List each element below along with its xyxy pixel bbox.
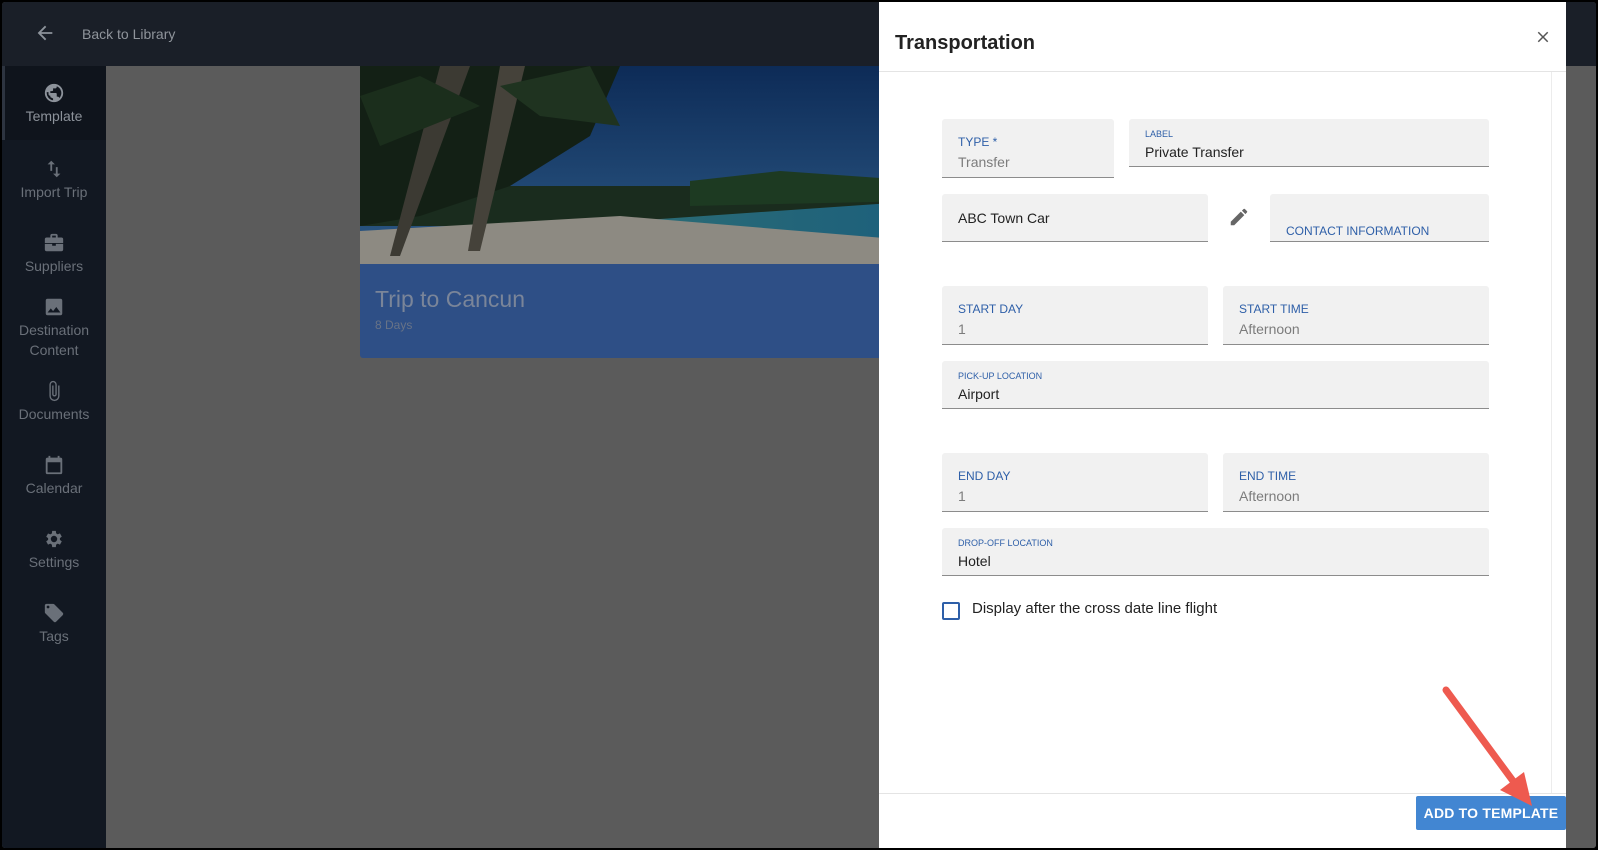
end-time-value: Afternoon [1239,488,1300,504]
back-arrow-icon[interactable] [34,22,56,44]
dropoff-location-label: DROP-OFF LOCATION [958,538,1053,548]
sidebar-item-suppliers[interactable]: Suppliers [2,232,106,276]
end-time-label: END TIME [1239,469,1297,483]
end-time-select[interactable]: END TIME Afternoon [1223,453,1489,512]
pickup-location-value: Airport [958,386,1000,402]
start-day-label: START DAY [958,302,1024,316]
tag-icon [44,603,64,623]
type-select[interactable]: TYPE * Transfer [942,119,1114,178]
start-time-value: Afternoon [1239,321,1300,337]
back-to-library-link[interactable]: Back to Library [82,26,175,42]
app-window: Back to Library Template Import Trip Sup… [2,2,1596,848]
sidebar-item-label: Import Trip [20,184,88,200]
contact-information-field[interactable]: CONTACT INFORMATION [1270,194,1489,242]
close-icon[interactable] [1534,28,1552,46]
pickup-location-field[interactable]: PICK-UP LOCATION Airport [942,361,1489,409]
cross-date-line-checkbox[interactable] [942,602,960,620]
dropoff-location-value: Hotel [958,553,991,569]
sidebar-item-label: Documents [18,406,90,422]
dropoff-location-field[interactable]: DROP-OFF LOCATION Hotel [942,528,1489,576]
supplier-field[interactable]: ABC Town Car [942,194,1208,242]
gear-icon [46,530,62,548]
panel-scrollbar[interactable] [1551,72,1552,794]
add-to-template-button[interactable]: ADD TO TEMPLATE [1416,796,1566,830]
sidebar-item-label: Destination Content [18,322,90,358]
end-day-value: 1 [958,488,966,504]
cross-date-line-label[interactable]: Display after the cross date line flight [972,600,1217,617]
type-value: Transfer [958,154,1010,170]
start-day-value: 1 [958,321,966,337]
panel-header: Transportation [879,2,1566,72]
type-label: TYPE * [958,135,998,149]
briefcase-icon [44,233,64,252]
sidebar-item-label: Tags [39,628,69,644]
sidebar: Template Import Trip Suppliers Destinati… [2,66,106,848]
sidebar-item-label: Calendar [25,480,83,496]
start-day-select[interactable]: START DAY 1 [942,286,1208,345]
beach-cover-image [360,66,920,264]
label-field[interactable]: LABEL Private Transfer [1129,119,1489,167]
edit-pencil-icon[interactable] [1228,206,1250,228]
sidebar-item-template[interactable]: Template [2,66,106,140]
swap-vertical-icon [47,160,61,178]
sidebar-item-import-trip[interactable]: Import Trip [2,158,106,202]
trip-duration: 8 Days [375,318,413,332]
sidebar-item-tags[interactable]: Tags [2,602,106,646]
image-icon [45,298,63,316]
sidebar-item-label: Template [25,108,83,124]
contact-information-label: CONTACT INFORMATION [1286,224,1430,238]
panel-title: Transportation [895,32,1036,54]
paperclip-icon [49,380,60,402]
sidebar-item-calendar[interactable]: Calendar [2,454,106,498]
end-day-select[interactable]: END DAY 1 [942,453,1208,512]
sidebar-item-destination-content[interactable]: Destination Content [2,296,106,360]
label-field-value: Private Transfer [1145,144,1244,160]
transportation-panel: Transportation TYPE * Transfer LABEL Pri… [879,2,1566,848]
start-time-label: START TIME [1239,302,1309,316]
pickup-location-label: PICK-UP LOCATION [958,371,1043,381]
sidebar-item-label: Settings [28,554,80,570]
trip-card[interactable]: Trip to Cancun 8 Days [360,66,920,358]
end-day-label: END DAY [958,469,1011,483]
start-time-select[interactable]: START TIME Afternoon [1223,286,1489,345]
trip-title: Trip to Cancun [375,286,525,312]
label-field-label: LABEL [1145,129,1174,139]
supplier-value: ABC Town Car [958,210,1050,226]
sidebar-item-documents[interactable]: Documents [2,380,106,424]
sidebar-item-settings[interactable]: Settings [2,528,106,572]
panel-footer-divider [879,793,1566,794]
globe-icon [44,83,64,103]
sidebar-item-label: Suppliers [24,258,84,274]
calendar-icon [45,455,63,475]
